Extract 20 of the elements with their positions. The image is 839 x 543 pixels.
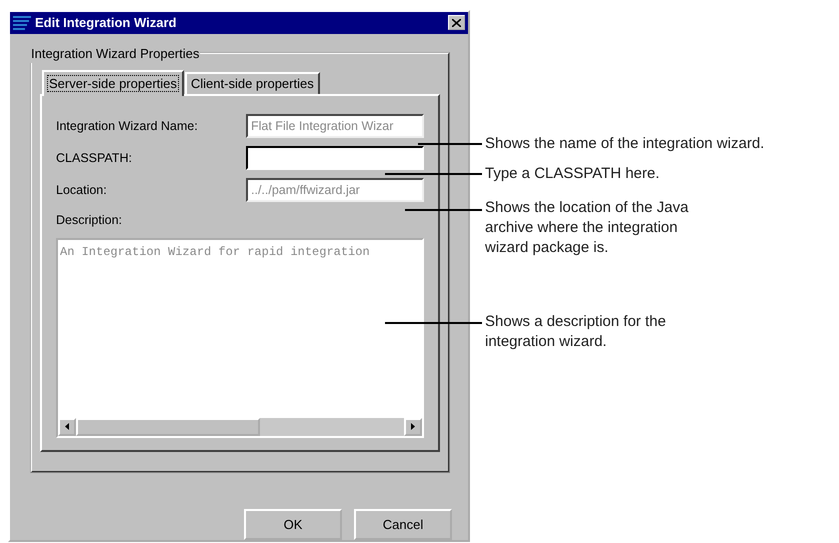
close-button[interactable] bbox=[448, 15, 465, 30]
callout-text: Shows a description for the integration wizard. bbox=[485, 312, 667, 352]
app-icon bbox=[13, 14, 31, 31]
dialog-button[interactable]: Cancel bbox=[354, 509, 452, 540]
input-field[interactable] bbox=[246, 146, 424, 170]
tab[interactable]: Client-side properties bbox=[184, 72, 320, 94]
field-label: CLASSPATH: bbox=[56, 150, 133, 167]
field-label: Location: bbox=[56, 182, 108, 199]
right-arrow-icon bbox=[411, 423, 415, 430]
callout-text: Shows the location of the Java archive where the integration wizard package is. bbox=[485, 198, 690, 258]
field-label: Description: bbox=[56, 212, 122, 229]
field-label: Integration Wizard Name: bbox=[56, 118, 199, 135]
left-arrow-icon bbox=[65, 423, 69, 430]
callout-text: Shows the name of the integration wizard. bbox=[485, 134, 766, 154]
close-icon bbox=[452, 18, 461, 27]
tab[interactable]: Server-side properties bbox=[42, 70, 184, 96]
dialog-button[interactable]: OK bbox=[244, 509, 342, 540]
callout-text: Type a CLASSPATH here. bbox=[485, 164, 661, 184]
leader-line bbox=[418, 143, 482, 145]
window-title: Edit Integration Wizard bbox=[35, 14, 176, 32]
